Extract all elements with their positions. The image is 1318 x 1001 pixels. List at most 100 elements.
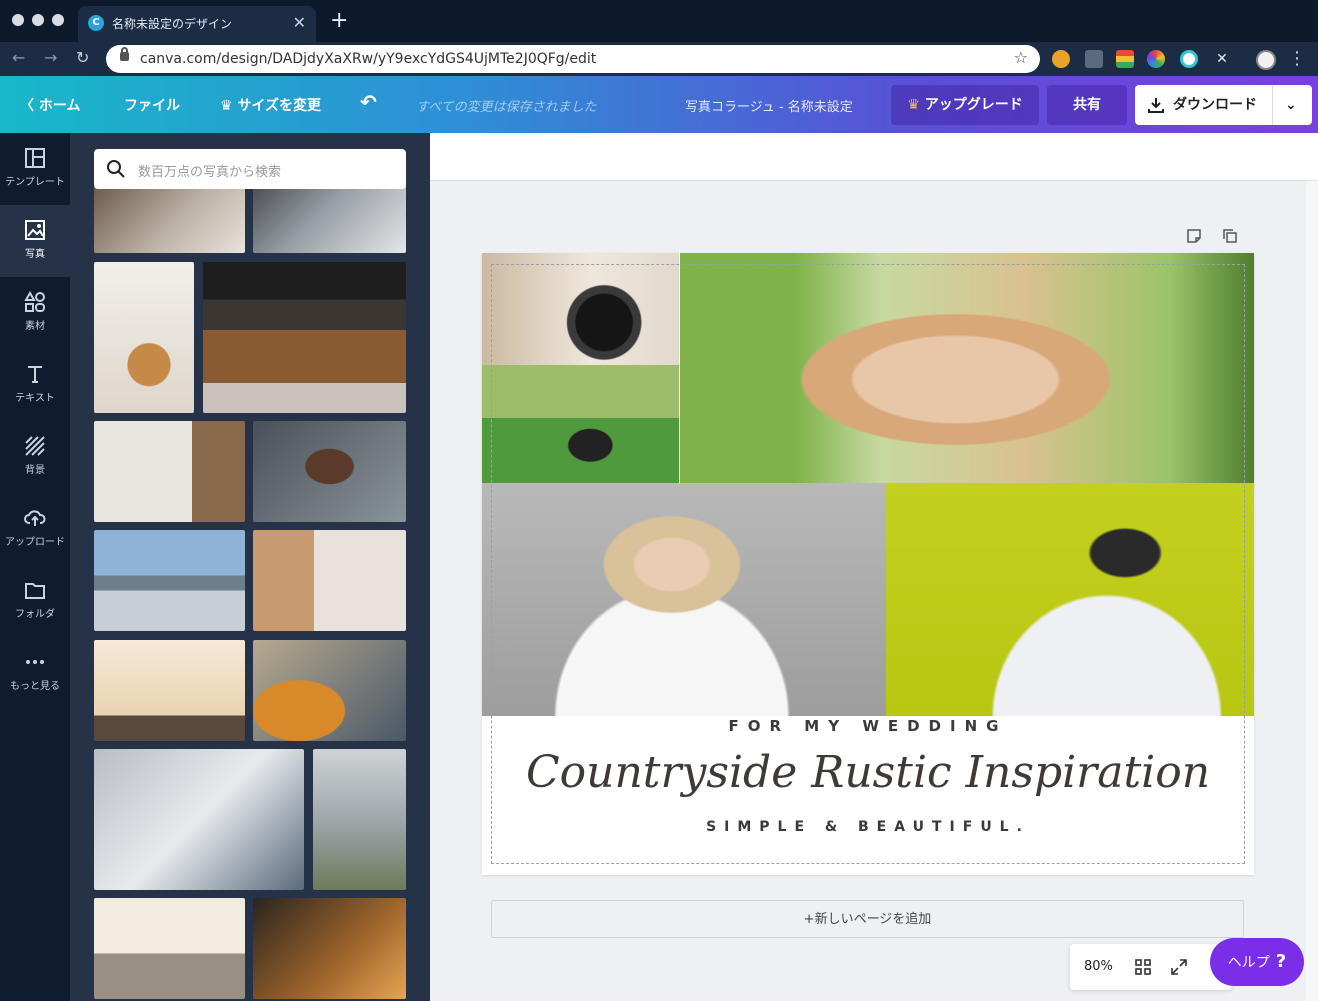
undo-icon[interactable]: ↶ (360, 90, 377, 114)
fullscreen-icon[interactable] (1170, 958, 1188, 976)
editor-context-toolbar (430, 133, 1318, 181)
upgrade-button[interactable]: ♛ アップグレード (891, 85, 1039, 125)
rail-item-templates[interactable]: テンプレート (0, 133, 70, 205)
help-button[interactable]: ヘルプ? (1210, 938, 1304, 986)
home-button[interactable]: 〈 ホーム (20, 95, 80, 115)
url-field[interactable]: canva.com/design/DADjdyXaXRw/yY9excYdGS4… (106, 45, 1040, 73)
editor-scrollbar[interactable] (1306, 181, 1318, 1001)
window-zoom-dot[interactable] (52, 14, 64, 26)
elements-shapes-icon (24, 291, 45, 312)
crown-icon: ♛ (220, 98, 233, 114)
photo-thumbnail-coffee-hands[interactable] (94, 185, 245, 253)
editor-canvas-area: FOR MY WEDDING Countryside Rustic Inspir… (430, 133, 1318, 1001)
extension-shield-icon[interactable] (1085, 50, 1103, 68)
photos-panel: 数百万点の写真から検索 (70, 133, 430, 1001)
file-menu-button[interactable]: ファイル (124, 95, 180, 115)
side-rail: テンプレート 写真 素材 テキスト 背景 アップロード フォルダ もっと見る (0, 133, 70, 1001)
photo-thumbnail-woman-reading[interactable] (253, 530, 406, 631)
rail-label: テキスト (15, 393, 55, 404)
rail-item-elements[interactable]: 素材 (0, 277, 70, 349)
download-options-chevron-icon[interactable]: ⌄ (1285, 85, 1297, 125)
extension-ring-icon[interactable] (1180, 50, 1198, 68)
photo-thumbnail-bakery[interactable] (203, 262, 406, 413)
home-label: ホーム (38, 98, 81, 114)
canva-favicon-icon: C (88, 15, 104, 31)
chevron-left-icon: 〈 (20, 98, 34, 114)
photo-thumbnail-yoga-sunset[interactable] (94, 640, 245, 741)
rail-label: フォルダ (15, 609, 55, 620)
extension-stack-icon[interactable] (1116, 50, 1134, 68)
extension-compass-icon[interactable] (1052, 50, 1070, 68)
page-kicker-text[interactable]: FOR MY WEDDING (482, 717, 1254, 735)
more-dots-icon (26, 660, 44, 664)
photo-thumbnail-laptop-desk[interactable] (253, 185, 406, 253)
photo-thumbnail-man-laptop[interactable] (94, 749, 304, 890)
window-minimize-dot[interactable] (32, 14, 44, 26)
new-tab-button[interactable]: + (330, 8, 348, 33)
text-icon (28, 366, 42, 383)
rail-item-background[interactable]: 背景 (0, 421, 70, 493)
photo-search-input[interactable]: 数百万点の写真から検索 (94, 149, 406, 189)
lock-icon (120, 47, 129, 61)
add-page-button[interactable]: +新しいページを追加 (491, 900, 1244, 938)
rail-item-more[interactable]: もっと見る (0, 637, 70, 709)
browser-tab-bar: C 名称未設定のデザイン ✕ + (0, 0, 1318, 42)
zoom-controls: 80% (1070, 944, 1232, 990)
photo-thumbnail-vase-table[interactable] (94, 421, 245, 522)
download-label: ダウンロード (1173, 97, 1257, 113)
duplicate-page-icon[interactable] (1221, 227, 1239, 245)
browser-menu-icon[interactable]: ⋮ (1288, 48, 1306, 69)
url-text: canva.com/design/DADjdyXaXRw/yY9excYdGS4… (140, 51, 597, 67)
page-subtitle-text[interactable]: SIMPLE & BEAUTIFUL. (482, 819, 1254, 835)
crown-icon: ♛ (907, 97, 920, 113)
window-close-dot[interactable] (12, 14, 24, 26)
rail-label: アップロード (5, 537, 65, 548)
rail-item-uploads[interactable]: アップロード (0, 493, 70, 565)
rail-label: 写真 (25, 249, 45, 260)
download-button[interactable]: ダウンロード ⌄ (1135, 85, 1312, 125)
page-note-icon[interactable] (1185, 227, 1203, 245)
extension-x-icon[interactable]: ✕ (1213, 50, 1231, 68)
grid-view-icon[interactable] (1134, 958, 1152, 976)
share-button[interactable]: 共有 (1047, 85, 1127, 125)
photo-thumbnail-tulips[interactable] (313, 749, 406, 890)
browser-tab[interactable]: C 名称未設定のデザイン ✕ (78, 6, 316, 42)
download-divider (1272, 85, 1273, 125)
folder-icon (25, 583, 45, 599)
photo-thumbnail-beach-family[interactable] (94, 530, 245, 631)
upgrade-label: アップグレード (924, 97, 1023, 113)
search-icon (107, 160, 125, 178)
design-page[interactable]: FOR MY WEDDING Countryside Rustic Inspir… (482, 253, 1254, 875)
reload-icon[interactable]: ↻ (76, 48, 89, 67)
help-label: ヘルプ (1227, 955, 1270, 971)
rail-label: 背景 (25, 465, 45, 476)
photo-thumbnail-guitar[interactable] (253, 640, 406, 741)
browser-address-bar: ← → ↻ canva.com/design/DADjdyXaXRw/yY9ex… (0, 42, 1318, 76)
help-question-icon: ? (1275, 951, 1287, 972)
bookmark-star-icon[interactable]: ☆ (1014, 48, 1028, 67)
resize-button[interactable]: ♛ サイズを変更 (220, 95, 321, 115)
photo-icon (25, 220, 45, 240)
profile-avatar[interactable] (1256, 50, 1276, 70)
download-icon (1148, 98, 1164, 113)
rail-item-folders[interactable]: フォルダ (0, 565, 70, 637)
photo-thumbnail-headphones[interactable] (253, 898, 406, 999)
zoom-level[interactable]: 80% (1084, 959, 1113, 974)
design-title[interactable]: 写真コラージュ - 名称未設定 (685, 96, 853, 115)
rail-item-text[interactable]: テキスト (0, 349, 70, 421)
forward-arrow-icon[interactable]: → (44, 48, 57, 67)
rail-item-photos[interactable]: 写真 (0, 205, 70, 277)
back-arrow-icon[interactable]: ← (12, 48, 25, 67)
rail-label: 素材 (25, 321, 45, 332)
photo-thumbnail-woman-road[interactable] (94, 898, 245, 999)
extension-color-wheel-icon[interactable] (1147, 50, 1165, 68)
photo-thumbnail-woman-passport[interactable] (253, 421, 406, 522)
page-title-text[interactable]: Countryside Rustic Inspiration (482, 747, 1254, 798)
rail-label: テンプレート (5, 177, 65, 188)
cloud-upload-icon (24, 510, 46, 526)
background-hatch-icon (25, 436, 45, 456)
photo-thumbnail-pancakes[interactable] (94, 262, 194, 413)
search-placeholder: 数百万点の写真から検索 (138, 165, 282, 180)
tab-close-icon[interactable]: ✕ (293, 13, 306, 32)
template-icon (25, 148, 45, 168)
